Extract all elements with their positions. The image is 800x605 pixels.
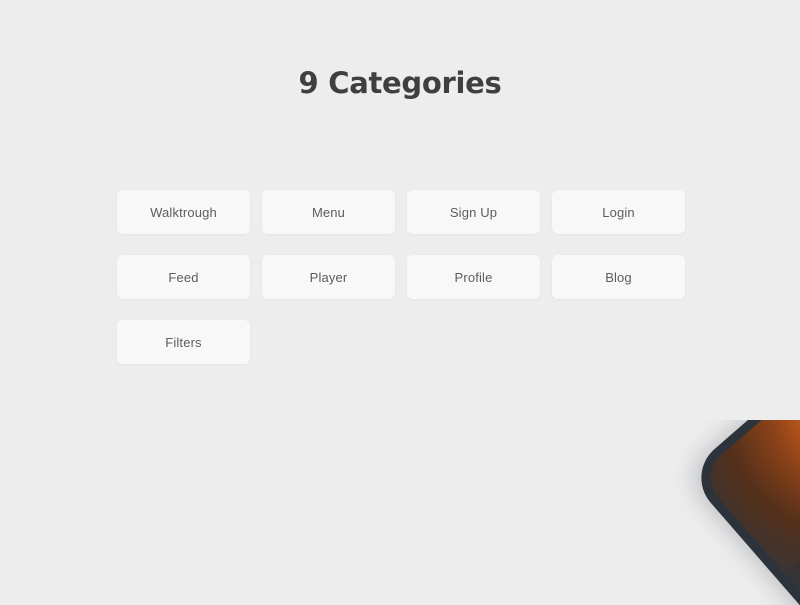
- category-button-sign-up[interactable]: Sign Up: [407, 190, 540, 234]
- category-button-label: Filters: [165, 334, 202, 350]
- category-button-walktrough[interactable]: Walktrough: [117, 190, 250, 234]
- category-button-filters[interactable]: Filters: [117, 320, 250, 364]
- category-button-label: Sign Up: [449, 204, 498, 220]
- category-button-feed[interactable]: Feed: [117, 255, 250, 299]
- page-title: 9 Categories: [298, 66, 502, 101]
- categories-page: 9 Categories Walktrough Menu Sign Up Log…: [0, 0, 800, 605]
- category-button-label: Login: [602, 204, 635, 220]
- category-button-label: Feed: [168, 269, 199, 285]
- category-button-menu[interactable]: Menu: [262, 190, 395, 234]
- phone-bottom-panel: [784, 434, 800, 605]
- category-button-label: Menu: [311, 204, 346, 220]
- category-button-blog[interactable]: Blog: [552, 255, 685, 299]
- category-button-player[interactable]: Player: [262, 255, 395, 299]
- category-button-label: Walktrough: [150, 204, 217, 220]
- phone-screen: 9:14 Song: [698, 420, 800, 605]
- category-button-label: Blog: [605, 269, 632, 285]
- phone-body: 9:14 Song: [685, 420, 800, 605]
- category-button-label: Profile: [454, 269, 493, 285]
- category-button-label: Player: [309, 269, 348, 285]
- phone-mockup: 9:14 Song: [668, 420, 800, 605]
- category-button-login[interactable]: Login: [552, 190, 685, 234]
- category-button-profile[interactable]: Profile: [407, 255, 540, 299]
- category-grid: Walktrough Menu Sign Up Login Feed Playe…: [117, 190, 687, 364]
- album-art-glow: [730, 420, 800, 536]
